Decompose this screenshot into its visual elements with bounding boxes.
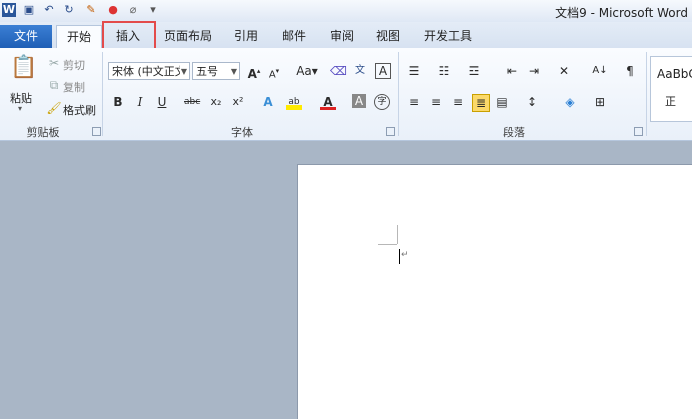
clipboard-group-label: 剪贴板 <box>26 126 60 139</box>
underline-icon[interactable]: U <box>154 94 170 110</box>
enclose-characters-icon[interactable]: 字 <box>374 94 390 110</box>
style-name: 正 <box>665 95 676 108</box>
margin-marker <box>378 244 397 245</box>
tab-developer[interactable]: 开发工具 <box>416 25 480 48</box>
style-preview: AaBbC <box>657 67 692 81</box>
watermark-url: zhinan.sogou.com <box>520 370 621 383</box>
cut-icon[interactable]: ✂ <box>46 55 62 71</box>
font-name-value: 宋体 (中文正文) <box>112 65 180 78</box>
italic-icon[interactable]: I <box>132 94 148 110</box>
qat-dropdown-icon[interactable]: ▾ <box>146 3 160 17</box>
save-icon[interactable]: ▣ <box>22 3 36 17</box>
paragraph-mark: ↵ <box>401 250 409 260</box>
font-size-dropdown[interactable]: 五号 ▼ <box>192 62 240 80</box>
paragraph-launcher-icon[interactable] <box>634 127 643 136</box>
shrink-font-icon[interactable]: A▾ <box>266 63 282 80</box>
tab-review[interactable]: 审阅 <box>322 25 362 48</box>
line-spacing-icon[interactable]: ↕ <box>524 94 540 110</box>
tab-mailings[interactable]: 邮件 <box>274 25 314 48</box>
font-color-icon[interactable]: A <box>320 94 336 110</box>
watermark-text: 搜狗指南 <box>550 344 647 369</box>
format-painter-icon[interactable]: 🖌 <box>46 100 62 116</box>
decrease-indent-icon[interactable]: ⇤ <box>504 63 520 79</box>
insert-tab-highlight <box>102 21 156 51</box>
align-center-icon[interactable]: ≡ <box>428 94 444 110</box>
text-effects-icon[interactable]: A <box>260 94 276 110</box>
redo-icon[interactable]: ↻ <box>62 3 76 17</box>
highlight-icon[interactable]: ab <box>286 94 302 110</box>
font-size-value: 五号 <box>196 65 218 78</box>
grow-font-icon[interactable]: A▴ <box>246 63 262 81</box>
group-separator <box>102 52 103 136</box>
character-border-icon[interactable]: A <box>375 63 391 79</box>
title-bar: W ▣ ↶ ↻ ✎ ● ⌀ ▾ 文档9 - Microsoft Word <box>0 0 692 22</box>
tab-home[interactable]: 开始 <box>56 25 102 49</box>
text-cursor <box>399 249 400 264</box>
multilevel-list-icon[interactable]: ☲ <box>466 63 482 79</box>
tab-references[interactable]: 引用 <box>226 25 266 48</box>
copy-icon[interactable]: ⧉ <box>46 77 62 93</box>
superscript-icon[interactable]: x² <box>230 94 246 110</box>
borders-icon[interactable]: ⊞ <box>592 94 608 110</box>
undo-icon[interactable]: ↶ <box>42 3 56 17</box>
paste-dropdown-icon[interactable]: ▾ <box>18 104 22 113</box>
change-case-icon[interactable]: Aa▾ <box>296 63 318 79</box>
sogou-logo-icon <box>514 336 544 366</box>
subscript-icon[interactable]: x₂ <box>208 94 224 110</box>
window-title: 文档9 - Microsoft Word <box>555 6 688 20</box>
format-painter-label[interactable]: 格式刷 <box>63 102 96 118</box>
color-icon[interactable]: ● <box>106 3 120 17</box>
bullets-icon[interactable]: ☰ <box>406 63 422 79</box>
ribbon: 📋 粘贴 ▾ ✂ 剪切 ⧉ 复制 🖌 格式刷 剪贴板 宋体 (中文正文) ▼ 五… <box>0 48 692 141</box>
phonetic-guide-icon[interactable]: 文 <box>352 63 368 79</box>
align-right-icon[interactable]: ≡ <box>450 94 466 110</box>
clipboard-launcher-icon[interactable] <box>92 127 101 136</box>
font-launcher-icon[interactable] <box>386 127 395 136</box>
show-formatting-icon[interactable]: ¶ <box>622 63 638 79</box>
tab-view[interactable]: 视图 <box>368 25 408 48</box>
clear-format-icon[interactable]: ⌫ <box>330 63 347 79</box>
font-group-label: 字体 <box>231 126 253 139</box>
font-name-dropdown[interactable]: 宋体 (中文正文) ▼ <box>108 62 190 80</box>
increase-indent-icon[interactable]: ⇥ <box>526 63 542 79</box>
sort-icon[interactable]: A↓ <box>592 63 608 79</box>
chevron-down-icon: ▼ <box>230 67 237 76</box>
group-separator <box>646 52 647 136</box>
tab-file[interactable]: 文件 <box>0 25 52 48</box>
copy-label[interactable]: 复制 <box>63 79 85 95</box>
margin-marker <box>397 225 398 244</box>
tab-page-layout[interactable]: 页面布局 <box>158 25 218 48</box>
align-left-icon[interactable]: ≡ <box>406 94 422 110</box>
justify-icon[interactable]: ≣ <box>472 94 490 112</box>
customize-icon[interactable]: ✎ <box>84 3 98 17</box>
watermark: 搜狗指南 zhinan.sogou.com <box>510 330 690 390</box>
numbering-icon[interactable]: ☷ <box>436 63 452 79</box>
chevron-down-icon: ▼ <box>180 67 187 76</box>
strikethrough-icon[interactable]: abc <box>184 94 200 110</box>
group-separator <box>398 52 399 136</box>
styles-gallery[interactable]: AaBbC 正 <box>650 56 692 122</box>
paragraph-group-label: 段落 <box>503 126 525 139</box>
eraser-icon[interactable]: ⌀ <box>126 3 140 17</box>
cut-label[interactable]: 剪切 <box>63 57 85 73</box>
paste-icon[interactable]: 📋 <box>10 54 37 82</box>
bold-icon[interactable]: B <box>110 94 126 110</box>
word-app-icon[interactable]: W <box>2 3 16 17</box>
chinese-layout-icon[interactable]: ✕ <box>556 63 572 79</box>
character-shading-icon[interactable]: A <box>352 94 366 108</box>
distributed-icon[interactable]: ▤ <box>494 94 510 110</box>
shading-icon[interactable]: ◈ <box>562 94 578 110</box>
